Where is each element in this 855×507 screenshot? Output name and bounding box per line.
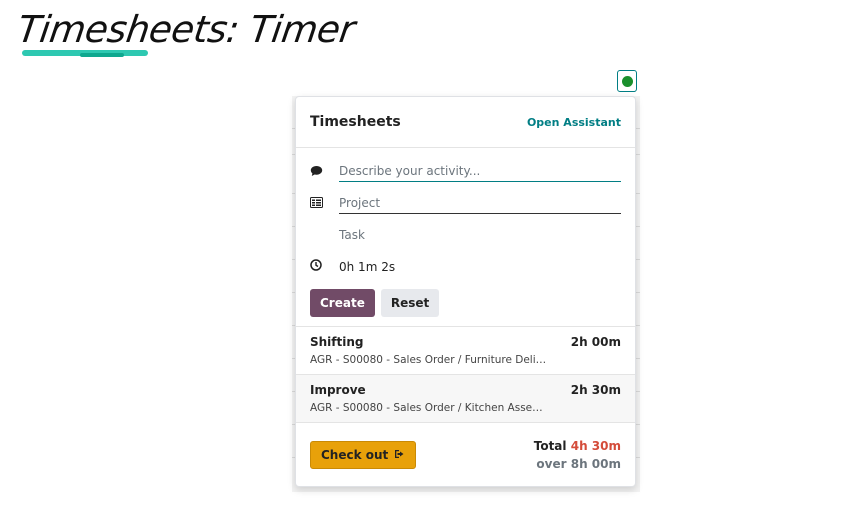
form-actions: Create Reset: [310, 289, 440, 317]
check-out-button[interactable]: Check out: [310, 440, 417, 469]
create-button[interactable]: Create: [310, 289, 375, 317]
total-value: 4h 30m: [570, 438, 621, 453]
check-out-label: Check out: [321, 447, 389, 462]
description-row: [310, 162, 621, 182]
entry-duration: 2h 00m: [570, 335, 621, 349]
popover-footer: Check out Total 4h 30m over 8h 00m: [296, 423, 635, 486]
open-assistant-link[interactable]: Open Assistant: [527, 116, 621, 129]
reset-button[interactable]: Reset: [380, 289, 440, 317]
timesheet-entry[interactable]: Shifting 2h 00m AGR - S00080 - Sales Ord…: [296, 327, 635, 375]
clock-icon: [310, 259, 339, 274]
project-field[interactable]: [339, 194, 621, 214]
entry-name: Shifting: [310, 335, 364, 349]
entry-name: Improve: [310, 383, 366, 397]
project-list-icon: [310, 197, 339, 211]
duration-row: 0h 1m 2s: [310, 259, 621, 274]
timesheet-entry[interactable]: Improve 2h 30m AGR - S00080 - Sales Orde…: [296, 375, 635, 423]
sign-out-icon: [394, 448, 405, 462]
popover-header: Timesheets Open Assistant: [296, 97, 635, 148]
timer-duration: 0h 1m 2s: [339, 259, 396, 274]
timesheet-timer-popover: Timesheets Open Assistant Task 0h 1m 2s: [295, 96, 636, 487]
project-row: [310, 194, 621, 214]
comment-icon: [310, 165, 339, 180]
task-field[interactable]: Task: [339, 228, 365, 242]
popover-title: Timesheets: [310, 114, 401, 130]
entry-detail: AGR - S00080 - Sales Order / Kitchen Ass…: [310, 402, 550, 414]
running-timer-icon: [621, 75, 633, 87]
total-label: Total: [533, 438, 567, 453]
task-row: Task: [310, 228, 621, 242]
entry-detail: AGR - S00080 - Sales Order / Furniture D…: [310, 354, 550, 366]
totals: Total 4h 30m over 8h 00m: [534, 439, 621, 471]
timer-toggle-button[interactable]: [617, 70, 637, 92]
page-heading: Timesheets: Timer: [14, 8, 358, 51]
activity-description-input[interactable]: [339, 162, 621, 182]
over-label: over 8h 00m: [536, 456, 621, 471]
timer-form: Task 0h 1m 2s Create Reset: [296, 148, 635, 327]
entry-duration: 2h 30m: [570, 383, 621, 397]
heading-underline-accent: [80, 53, 124, 57]
